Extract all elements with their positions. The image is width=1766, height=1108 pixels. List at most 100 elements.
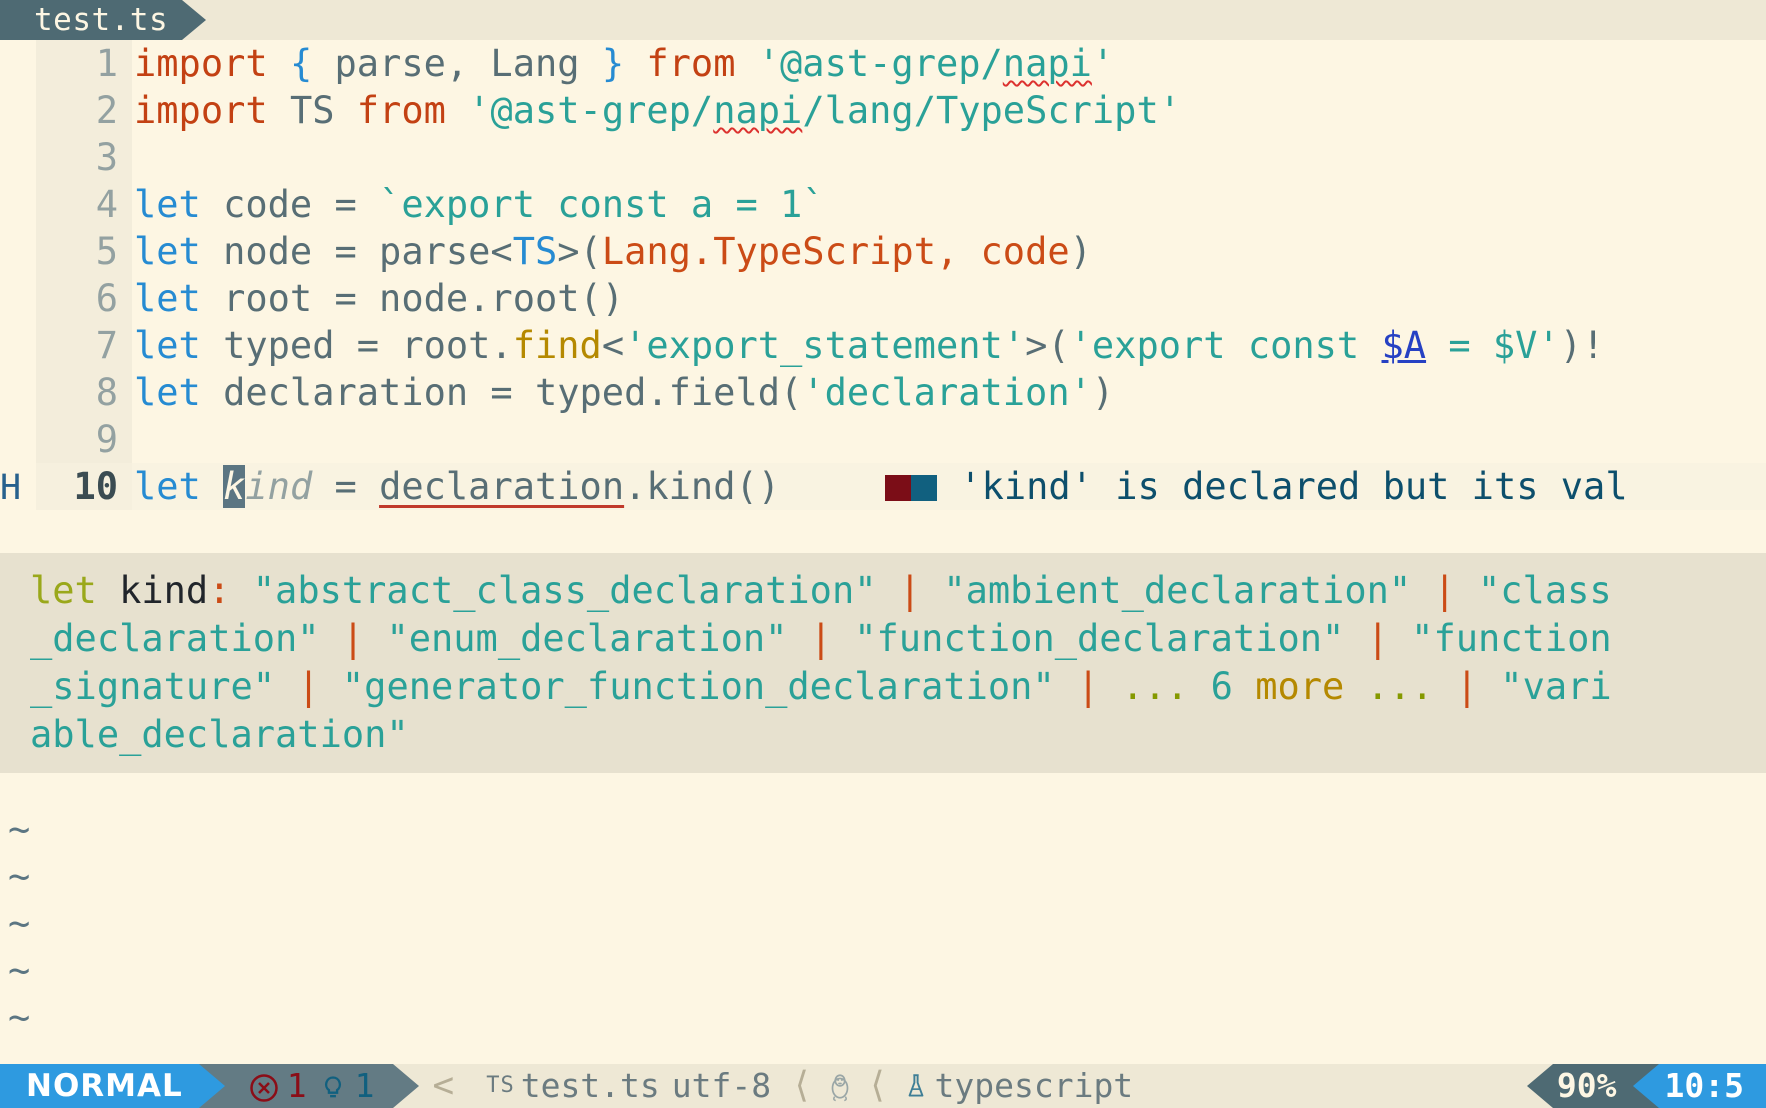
- filler-tilde: ~: [8, 949, 31, 992]
- token: ): [1069, 230, 1092, 273]
- token: napi: [1002, 42, 1092, 85]
- token: = $V': [1426, 324, 1560, 367]
- token: parse: [356, 230, 491, 273]
- token: let: [134, 230, 201, 273]
- line-content: import { parse, Lang } from '@ast-grep/n…: [132, 40, 1766, 87]
- token: {: [289, 42, 313, 85]
- status-diagnostics[interactable]: 1 1: [224, 1064, 393, 1108]
- filler-tilde: ~: [8, 902, 31, 945]
- code-line[interactable]: 9: [0, 416, 1766, 463]
- token: ): [1091, 371, 1115, 414]
- token: import: [134, 42, 268, 85]
- hover-token: _declaration": [30, 617, 320, 660]
- code-line[interactable]: 4 let code = `export const a = 1`: [0, 181, 1766, 228]
- line-number: 6: [36, 275, 132, 322]
- lightbulb-icon: [319, 1064, 347, 1108]
- hover-token: [1344, 665, 1366, 708]
- code-line[interactable]: 6 let root = node.root(): [0, 275, 1766, 322]
- hover-token: [787, 617, 809, 660]
- filler-tilde: ~: [8, 996, 31, 1039]
- hover-token: [1099, 665, 1121, 708]
- line-content: let node = parse<TS>(Lang.TypeScript, co…: [132, 228, 1766, 275]
- token: <: [601, 324, 625, 367]
- hover-token: |: [341, 617, 365, 660]
- lsp-hover-popup: let kind: "abstract_class_declaration" |…: [0, 553, 1766, 773]
- editor-buffer[interactable]: 1 import { parse, Lang } from '@ast-grep/…: [0, 40, 1766, 1064]
- hover-line: _declaration" | "enum_declaration" | "fu…: [0, 615, 1766, 663]
- code-line[interactable]: H 10 let kind = declaration.kind() 'kind' …: [0, 463, 1766, 512]
- percent-arrow-icon: [1526, 1064, 1553, 1108]
- hover-token: |: [1433, 569, 1456, 612]
- hover-token: [1478, 665, 1500, 708]
- hover-token: [1188, 665, 1210, 708]
- token: /lang/TypeScript': [802, 89, 1182, 132]
- line-content: let declaration = typed.field('declarati…: [132, 369, 1766, 416]
- status-percent: 90%: [1552, 1064, 1633, 1108]
- hover-token: "function_declaration": [854, 617, 1345, 660]
- mode-arrow-icon: [198, 1064, 225, 1108]
- line-number: 7: [36, 322, 132, 369]
- code-line[interactable]: 7 let typed = root.find<'export_statement…: [0, 322, 1766, 369]
- hover-token: more: [1255, 665, 1345, 708]
- hover-token: "ambient_declaration": [943, 569, 1412, 612]
- status-spacer: [1139, 1064, 1527, 1108]
- code-line[interactable]: 2 import TS from '@ast-grep/napi/lang/Typ…: [0, 87, 1766, 134]
- token: ': [1091, 42, 1115, 85]
- token: Lang.TypeScript: [601, 230, 936, 273]
- hover-token: |: [898, 569, 922, 612]
- status-language: typescript: [934, 1066, 1134, 1105]
- token: 'export_statement': [624, 324, 1026, 367]
- hover-token: ...: [1366, 665, 1434, 708]
- token: let: [134, 371, 201, 414]
- token: ind: [245, 465, 313, 508]
- hover-token: kind: [119, 569, 209, 612]
- error-count: 1: [286, 1066, 307, 1105]
- line-content: import TS from '@ast-grep/napi/lang/Type…: [132, 87, 1766, 134]
- hover-token: [1233, 665, 1255, 708]
- position-arrow-icon: [1632, 1064, 1659, 1108]
- status-file-section: < TS test.ts utf-8 ⟨ ⟨ typescript: [418, 1064, 1140, 1108]
- hover-token: |: [1455, 665, 1479, 708]
- hover-token: [1456, 569, 1478, 612]
- token: =: [334, 277, 357, 320]
- code-line[interactable]: 8 let declaration = typed.field('declarat…: [0, 369, 1766, 416]
- hover-token: [275, 665, 297, 708]
- token: =: [334, 183, 357, 226]
- hover-token: 6: [1210, 665, 1233, 708]
- sign-column: H: [0, 465, 36, 512]
- token: declaration: [379, 465, 625, 508]
- error-circle-icon: [249, 1064, 279, 1108]
- line-content: let root = node.root(): [132, 275, 1766, 322]
- token: 'export const: [1069, 324, 1382, 367]
- token: let: [134, 324, 201, 367]
- code-line[interactable]: 1 import { parse, Lang } from '@ast-grep/…: [0, 40, 1766, 87]
- status-position: 10:5: [1658, 1064, 1766, 1108]
- hover-token: |: [1366, 617, 1389, 660]
- hover-token: :: [208, 569, 231, 612]
- filetype-badge-icon: TS: [486, 1073, 515, 1098]
- status-hint-group[interactable]: 1: [319, 1064, 375, 1108]
- token: =: [334, 465, 357, 508]
- token: parse, Lang: [312, 42, 602, 85]
- code-line[interactable]: 5 let node = parse<TS>(Lang.TypeScript, c…: [0, 228, 1766, 275]
- token: import: [134, 89, 268, 132]
- code-line[interactable]: 3: [0, 134, 1766, 181]
- token: k: [223, 465, 246, 508]
- token: code: [980, 230, 1070, 273]
- hover-token: [231, 569, 253, 612]
- hover-token: |: [1077, 665, 1100, 708]
- tab-test-ts[interactable]: test.ts: [0, 0, 183, 40]
- token: 'declaration': [802, 371, 1092, 414]
- status-error-group[interactable]: 1: [249, 1064, 307, 1108]
- token: typed.field(: [512, 371, 803, 414]
- token: ,: [935, 230, 981, 273]
- diagnostic-error-square-icon: [885, 475, 912, 501]
- hover-line: let kind: "abstract_class_declaration" |…: [0, 567, 1766, 615]
- statusline: NORMAL 1 1 < TS test.ts utf-8 ⟨ ⟨ typesc…: [0, 1064, 1766, 1108]
- tabline: test.ts: [0, 0, 1766, 40]
- token: =: [490, 371, 513, 414]
- status-separator-mid: ⟨: [791, 1065, 813, 1106]
